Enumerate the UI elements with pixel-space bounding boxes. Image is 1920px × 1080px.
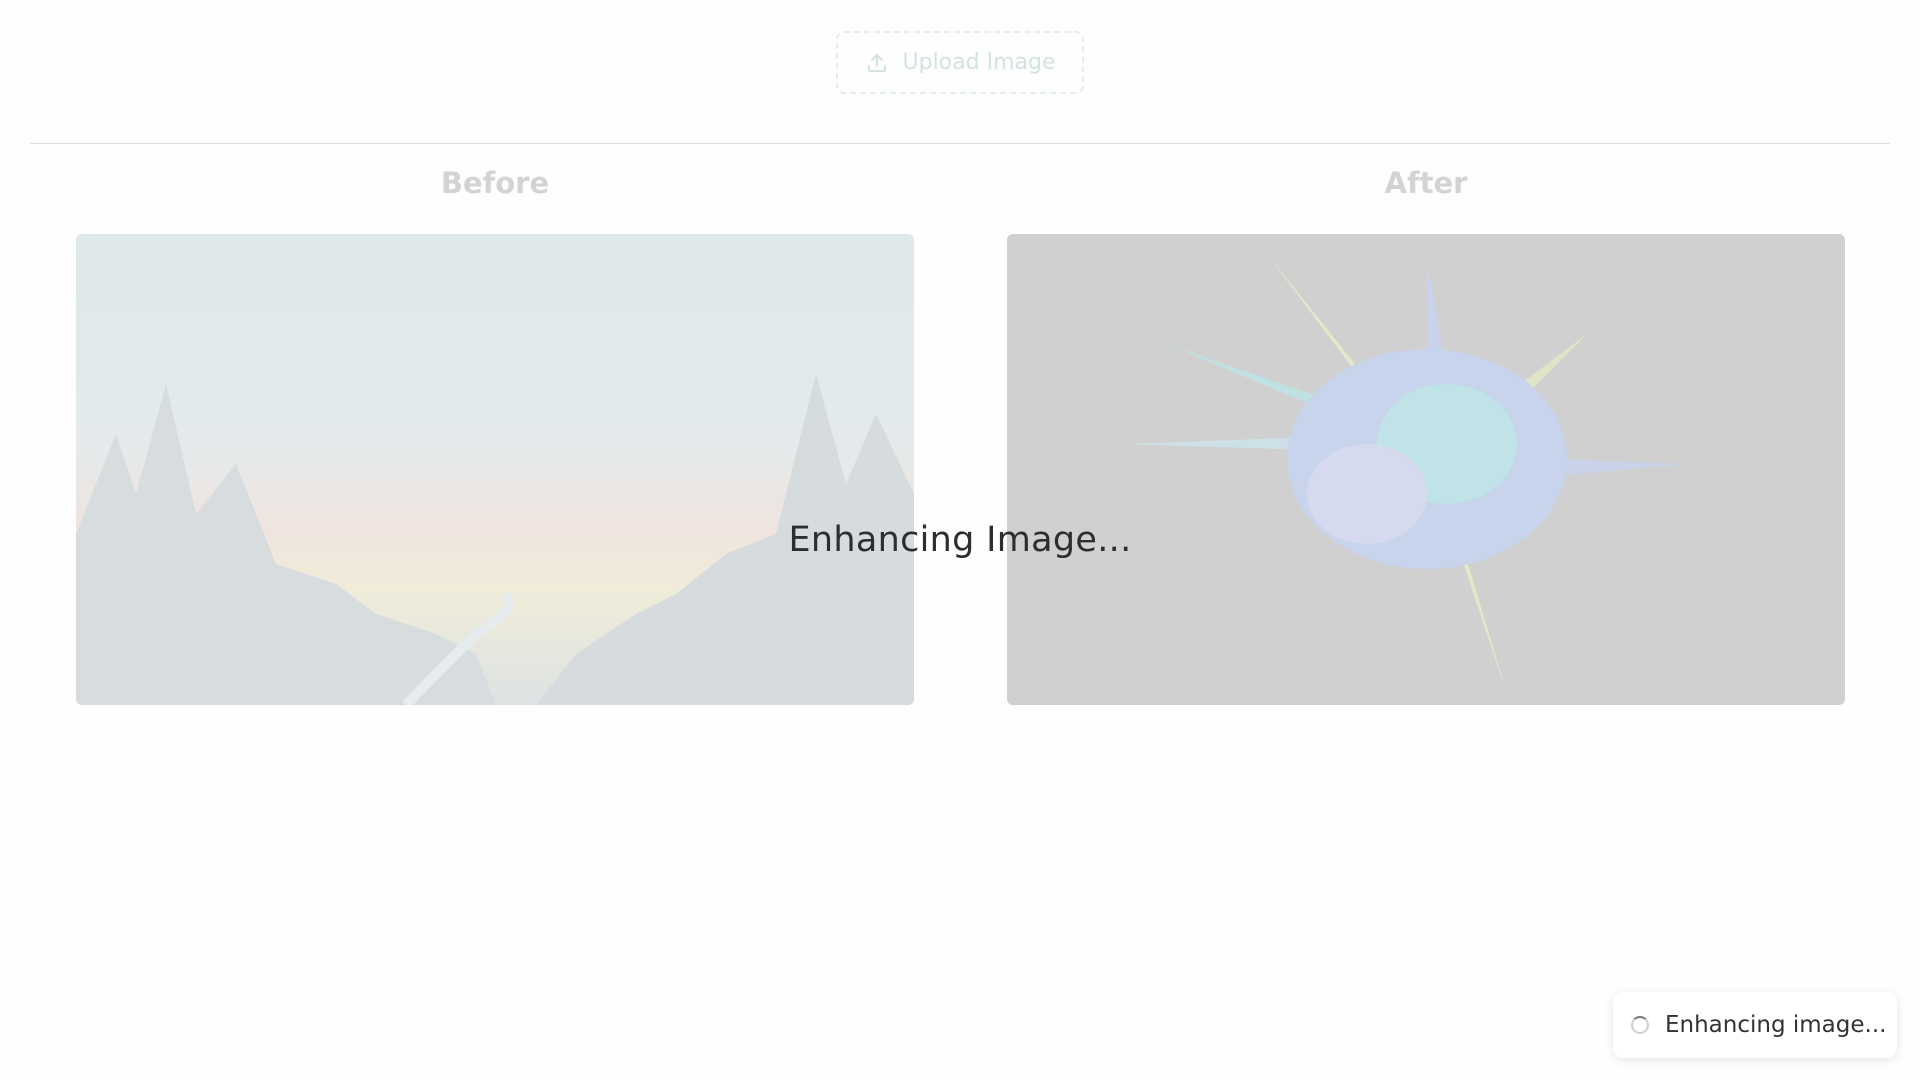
before-title: Before bbox=[440, 166, 550, 200]
after-title: After bbox=[1384, 166, 1468, 200]
enhancing-toast: Enhancing image... bbox=[1613, 992, 1897, 1058]
after-image bbox=[1007, 234, 1845, 705]
spinner-icon bbox=[1631, 1016, 1649, 1034]
upload-icon bbox=[865, 51, 889, 75]
enhancing-status-text: Enhancing Image... bbox=[788, 520, 1132, 560]
app-page: Upload Image Before After Enhancing Imag… bbox=[0, 0, 1920, 1080]
toast-message: Enhancing image... bbox=[1665, 1012, 1887, 1038]
upload-button-label: Upload Image bbox=[902, 50, 1056, 75]
upload-image-button[interactable]: Upload Image bbox=[836, 31, 1084, 94]
before-image bbox=[76, 234, 914, 705]
section-divider bbox=[30, 143, 1890, 144]
